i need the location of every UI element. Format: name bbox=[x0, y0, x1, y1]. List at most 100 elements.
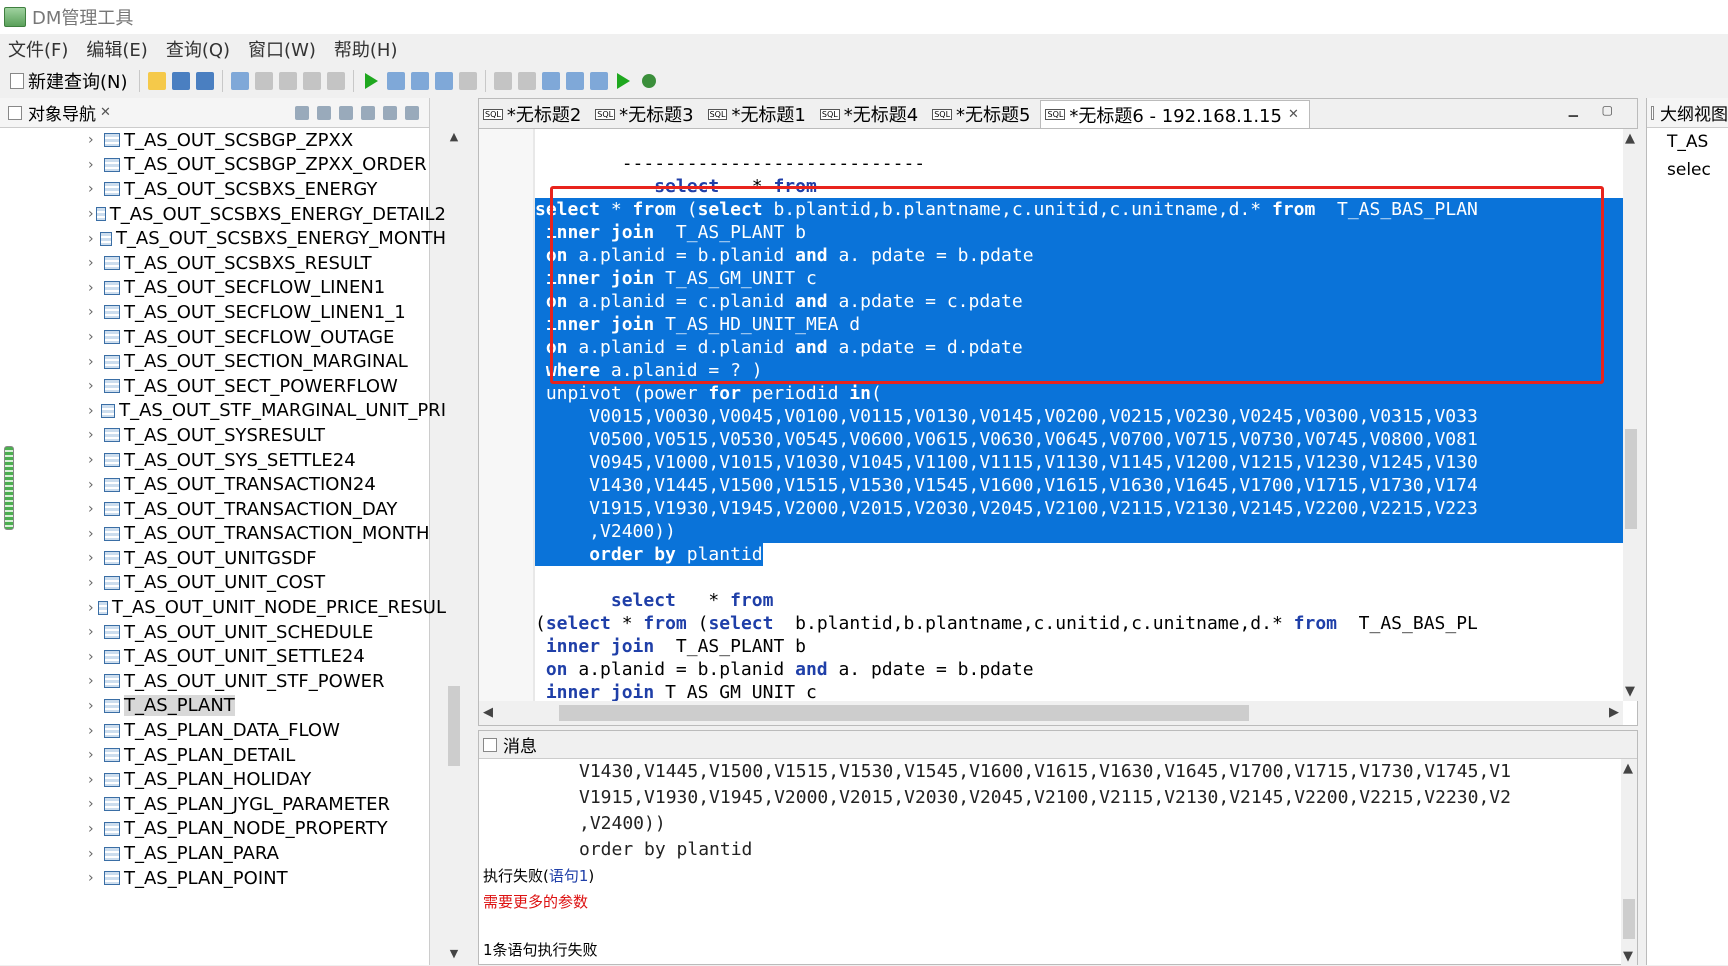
tree-item[interactable]: › T_AS_PLAN_POINT bbox=[0, 866, 446, 891]
navigator-title[interactable]: 对象导航 bbox=[28, 100, 96, 125]
outline-title[interactable]: 大纲视图 bbox=[1660, 100, 1728, 125]
tree-item[interactable]: › T_AS_OUT_UNIT_NODE_PRICE_RESUL bbox=[0, 595, 446, 620]
editor-tab[interactable]: SQL *无标题4 bbox=[816, 100, 928, 128]
scroll-up-icon[interactable]: ▲ bbox=[446, 130, 462, 146]
undo-icon[interactable] bbox=[230, 72, 249, 90]
run-step-icon[interactable] bbox=[616, 73, 630, 89]
execute-script-icon[interactable] bbox=[386, 72, 405, 90]
editor-hscroll[interactable]: ◀ ▶ bbox=[479, 701, 1623, 725]
chevron-right-icon[interactable]: › bbox=[88, 354, 104, 370]
chevron-right-icon[interactable]: › bbox=[88, 181, 104, 197]
tree-item[interactable]: › T_AS_OUT_TRANSACTION_MONTH bbox=[0, 522, 446, 547]
messages-title[interactable]: 消息 bbox=[503, 732, 537, 757]
tree-item[interactable]: › T_AS_OUT_UNIT_COST bbox=[0, 571, 446, 596]
tree-item[interactable]: › T_AS_PLAN_JYGL_PARAMETER bbox=[0, 792, 446, 817]
chevron-right-icon[interactable]: › bbox=[88, 378, 104, 394]
menu-edit[interactable]: 编辑(E) bbox=[86, 36, 147, 62]
tree-item[interactable]: › T_AS_OUT_UNITGSDF bbox=[0, 546, 446, 571]
editor-tab[interactable]: SQL *无标题3 bbox=[591, 100, 703, 128]
paste-icon[interactable] bbox=[326, 72, 345, 90]
tree-item[interactable]: › T_AS_PLANT bbox=[0, 694, 446, 719]
explain-icon[interactable] bbox=[410, 72, 429, 90]
tree-item[interactable]: › T_AS_PLAN_NODE_PROPERTY bbox=[0, 817, 446, 842]
chevron-right-icon[interactable]: › bbox=[88, 206, 96, 222]
cut-icon[interactable] bbox=[278, 72, 297, 90]
redo-icon[interactable] bbox=[254, 72, 273, 90]
chevron-right-icon[interactable]: › bbox=[88, 624, 104, 640]
chevron-right-icon[interactable]: › bbox=[88, 526, 104, 542]
tree-item[interactable]: › T_AS_OUT_SECFLOW_OUTAGE bbox=[0, 325, 446, 350]
tree-item[interactable]: › T_AS_OUT_TRANSACTION24 bbox=[0, 472, 446, 497]
menu-query[interactable]: 查询(Q) bbox=[166, 36, 230, 62]
save-icon[interactable] bbox=[171, 72, 190, 90]
chevron-right-icon[interactable]: › bbox=[88, 796, 104, 812]
scroll-thumb[interactable] bbox=[448, 686, 460, 766]
tree-item[interactable]: › T_AS_OUT_SCSBXS_ENERGY_DETAIL2 bbox=[0, 202, 446, 227]
tree-item[interactable]: › T_AS_PLAN_HOLIDAY bbox=[0, 767, 446, 792]
chevron-right-icon[interactable]: › bbox=[88, 427, 104, 443]
chevron-right-icon[interactable]: › bbox=[88, 255, 104, 271]
chevron-right-icon[interactable]: › bbox=[88, 452, 104, 468]
splitter-handle[interactable] bbox=[4, 446, 14, 530]
scroll-right-icon[interactable]: ▶ bbox=[1609, 705, 1619, 720]
scroll-down-icon[interactable]: ▼ bbox=[446, 947, 462, 963]
new-query-button[interactable]: 新建查询(N) bbox=[10, 68, 128, 94]
outline-item[interactable]: selec bbox=[1647, 156, 1728, 184]
editor-window-controls[interactable]: ▁ ▢ bbox=[1569, 103, 1623, 117]
navigator-scrollbar[interactable]: ▲ ▼ bbox=[446, 128, 462, 965]
tree-item[interactable]: › T_AS_OUT_SCSBGP_ZPXX_ORDER bbox=[0, 153, 446, 178]
tree-item[interactable]: › T_AS_OUT_UNIT_SETTLE24 bbox=[0, 644, 446, 669]
close-tab-icon[interactable]: ✕ bbox=[1288, 107, 1299, 122]
chevron-right-icon[interactable]: › bbox=[88, 747, 104, 763]
chevron-right-icon[interactable]: › bbox=[88, 304, 104, 320]
tree-item[interactable]: › T_AS_OUT_SECTION_MARGINAL bbox=[0, 349, 446, 374]
chevron-right-icon[interactable]: › bbox=[88, 846, 104, 862]
editor-tab[interactable]: SQL *无标题6 - 192.168.1.15 ✕ bbox=[1040, 100, 1310, 128]
tree-item[interactable]: › T_AS_OUT_STF_MARGINAL_UNIT_PRI bbox=[0, 399, 446, 424]
chevron-right-icon[interactable]: › bbox=[88, 723, 104, 739]
chevron-right-icon[interactable]: › bbox=[88, 550, 104, 566]
maximize-icon[interactable] bbox=[405, 105, 419, 120]
chevron-right-icon[interactable]: › bbox=[88, 870, 104, 886]
chevron-right-icon[interactable]: › bbox=[88, 477, 104, 493]
tree-item[interactable]: › T_AS_OUT_SCSBXS_ENERGY_MONTH bbox=[0, 226, 446, 251]
minimize-icon[interactable] bbox=[383, 105, 397, 120]
disconnect-icon[interactable] bbox=[317, 105, 331, 120]
tree-item[interactable]: › T_AS_OUT_SYS_SETTLE24 bbox=[0, 448, 446, 473]
tree-item[interactable]: › T_AS_OUT_SYSRESULT bbox=[0, 423, 446, 448]
table-icon[interactable] bbox=[565, 72, 584, 90]
chevron-right-icon[interactable]: › bbox=[88, 649, 104, 665]
tree-item[interactable]: › T_AS_OUT_SECFLOW_LINEN1 bbox=[0, 276, 446, 301]
chevron-right-icon[interactable]: › bbox=[88, 821, 104, 837]
collapse-icon[interactable] bbox=[339, 105, 353, 120]
scroll-thumb[interactable] bbox=[1625, 429, 1637, 529]
format-icon[interactable] bbox=[493, 72, 512, 90]
open-file-icon[interactable] bbox=[147, 72, 166, 90]
scroll-thumb[interactable] bbox=[1623, 899, 1635, 939]
connect-icon[interactable] bbox=[295, 105, 309, 120]
editor-tab[interactable]: SQL *无标题2 bbox=[479, 100, 591, 128]
chevron-right-icon[interactable]: › bbox=[88, 231, 100, 247]
chevron-right-icon[interactable]: › bbox=[88, 673, 104, 689]
tree-item[interactable]: › T_AS_PLAN_DATA_FLOW bbox=[0, 718, 446, 743]
close-icon[interactable]: ✕ bbox=[100, 105, 111, 120]
comment-icon[interactable] bbox=[517, 72, 536, 90]
editor-tab[interactable]: SQL *无标题5 bbox=[928, 100, 1040, 128]
chevron-right-icon[interactable]: › bbox=[88, 698, 104, 714]
editor-vscroll[interactable]: ▲ ▼ bbox=[1623, 129, 1639, 701]
tree-item[interactable]: › T_AS_PLAN_PARA bbox=[0, 841, 446, 866]
save-all-icon[interactable] bbox=[195, 72, 214, 90]
chevron-right-icon[interactable]: › bbox=[88, 329, 104, 345]
chevron-right-icon[interactable]: › bbox=[88, 157, 104, 173]
chevron-right-icon[interactable]: › bbox=[88, 403, 101, 419]
tree-item[interactable]: › T_AS_OUT_SECFLOW_LINEN1_1 bbox=[0, 300, 446, 325]
scroll-up-icon[interactable]: ▲ bbox=[1623, 761, 1633, 776]
chevron-right-icon[interactable]: › bbox=[88, 280, 104, 296]
chevron-right-icon[interactable]: › bbox=[88, 132, 104, 148]
scroll-up-icon[interactable]: ▲ bbox=[1625, 131, 1635, 146]
code-area[interactable]: 6768 ----------------------------69 sele… bbox=[535, 129, 1623, 701]
chevron-right-icon[interactable]: › bbox=[88, 600, 98, 616]
tree-item[interactable]: › T_AS_OUT_UNIT_SCHEDULE bbox=[0, 620, 446, 645]
link-icon[interactable] bbox=[361, 105, 375, 120]
editor-tab[interactable]: SQL *无标题1 bbox=[704, 100, 816, 128]
